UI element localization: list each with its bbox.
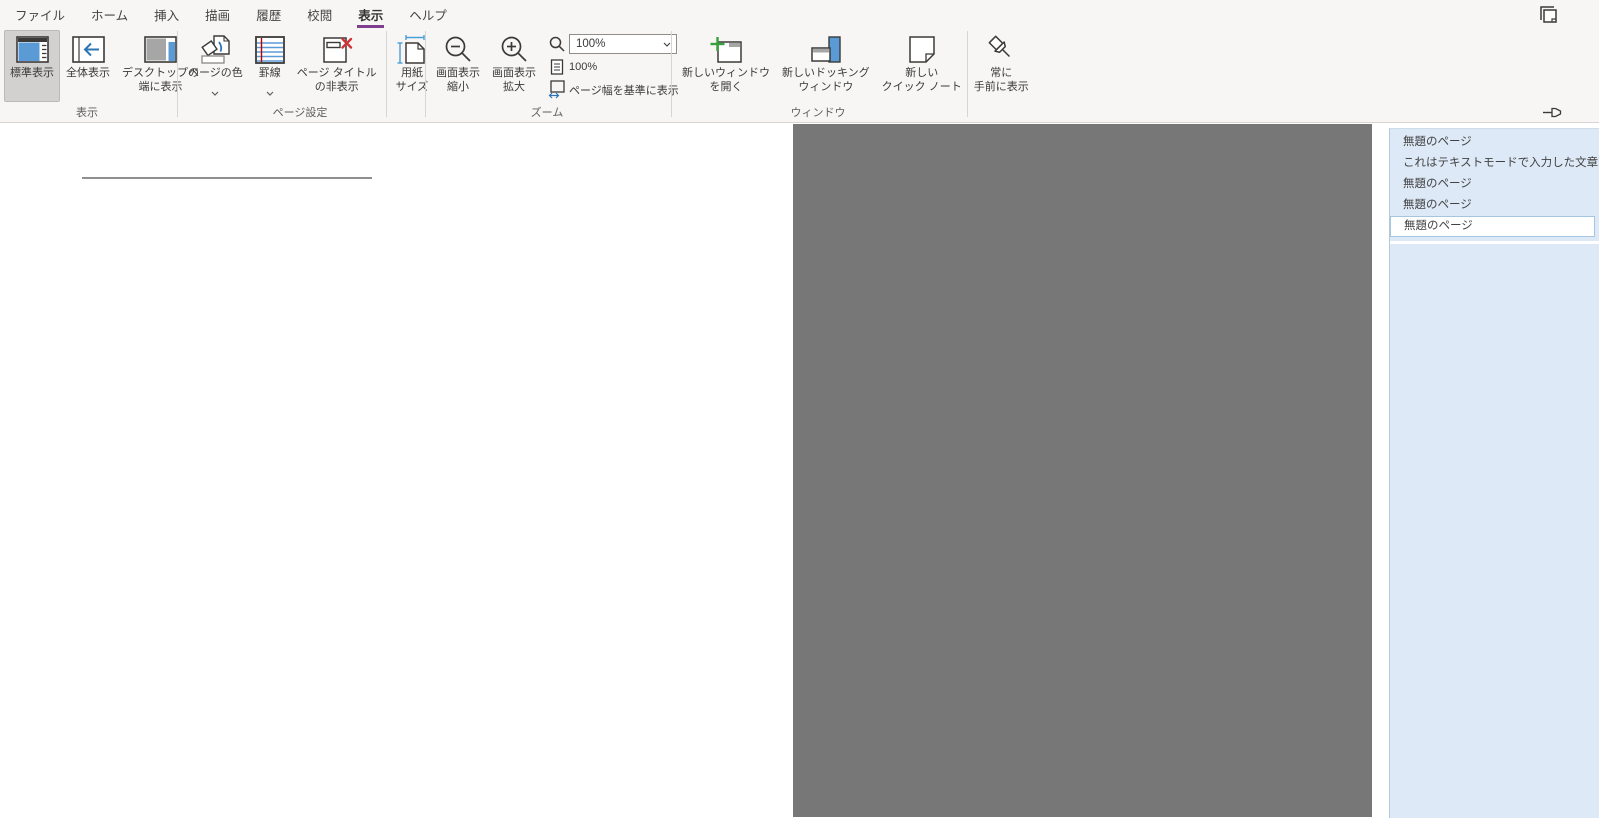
tab-help[interactable]: ヘルプ	[396, 0, 460, 28]
new-window-icon	[709, 34, 743, 65]
zoom-search-icon	[548, 36, 566, 52]
window-stack-icon[interactable]	[1537, 4, 1559, 26]
group-label-window: ウィンドウ	[672, 104, 964, 120]
hide-page-title-button[interactable]: ページ タイトル の非表示	[291, 30, 383, 102]
ribbon-tab-bar: ファイル ホーム 挿入 描画 履歴 校閲 表示 ヘルプ	[0, 0, 1599, 28]
paper-size-label-line1: 用紙	[401, 67, 423, 81]
new-window-button[interactable]: 新しいウィンドウ を開く	[676, 30, 776, 102]
zoom-100-button[interactable]: 100%	[548, 56, 679, 77]
new-docked-window-button[interactable]: 新しいドッキング ウィンドウ	[776, 30, 876, 102]
note-page-canvas[interactable]	[0, 124, 793, 821]
ribbon-group-window: 新しいウィンドウ を開く 新しいドッキング ウィンドウ	[672, 28, 968, 122]
page-color-button[interactable]: ページの色	[182, 30, 249, 102]
zoom-100-doc-icon	[548, 59, 566, 75]
canvas-background	[793, 124, 1372, 817]
zoom-level-combobox[interactable]: 100%	[569, 34, 677, 54]
normal-view-button[interactable]: 標準表示	[4, 30, 60, 102]
zoom-in-icon	[499, 34, 529, 65]
page-list-item[interactable]: これはテキストモードで入力した文章で	[1390, 153, 1599, 174]
rule-lines-button[interactable]: 罫線	[249, 30, 291, 102]
new-window-label-line2: を開く	[710, 81, 743, 95]
tab-review[interactable]: 校閲	[294, 0, 345, 28]
zoom-out-label-line2: 縮小	[447, 81, 469, 95]
page-list-item[interactable]: 無題のページ	[1390, 174, 1599, 195]
new-window-label-line1: 新しいウィンドウ	[682, 67, 770, 81]
dock-to-desktop-label-line2: 端に表示	[139, 81, 183, 95]
page-list-item-selected[interactable]: 無題のページ	[1390, 216, 1595, 237]
dock-pin-icon[interactable]	[1543, 104, 1563, 126]
zoom-in-label-line2: 拡大	[503, 81, 525, 95]
dock-to-desktop-icon	[144, 34, 177, 65]
zoom-100-label: 100%	[569, 61, 597, 73]
page-width-icon	[548, 80, 566, 99]
page-width-zoom-button[interactable]: ページ幅を基準に表示	[548, 79, 679, 100]
group-label-page-setup: ページ設定	[178, 104, 422, 120]
new-quick-note-icon	[907, 34, 937, 65]
normal-view-icon	[16, 34, 49, 65]
ribbon: 標準表示 全体表示	[0, 28, 1599, 123]
ribbon-group-page-setup: ページの色 罫線	[178, 28, 426, 122]
rule-lines-icon	[255, 34, 285, 65]
tab-home[interactable]: ホーム	[78, 0, 141, 28]
hide-page-title-label-line2: の非表示	[315, 81, 359, 95]
page-title-underline	[82, 177, 372, 179]
page-list-sidebar: 無題のページ これはテキストモードで入力した文章で 無題のページ 無題のページ …	[1389, 128, 1599, 818]
always-on-top-button[interactable]: 常に 手前に表示	[968, 30, 1035, 102]
group-label-zoom: ズーム	[426, 104, 668, 120]
zoom-in-button[interactable]: 画面表示 拡大	[486, 30, 542, 102]
new-quick-note-label-line1: 新しい	[905, 67, 938, 81]
hide-page-title-label-line1: ページ タイトル	[297, 67, 377, 81]
ribbon-group-zoom: 画面表示 縮小 画面表示 拡大	[426, 28, 672, 122]
rule-lines-label: 罫線	[259, 67, 281, 81]
zoom-out-label-line1: 画面表示	[436, 67, 480, 81]
new-docked-window-icon	[810, 34, 842, 65]
chevron-down-icon	[211, 83, 219, 101]
new-quick-note-button[interactable]: 新しい クイック ノート	[876, 30, 968, 102]
page-list-separator	[1390, 241, 1599, 244]
page-width-label: ページ幅を基準に表示	[569, 82, 679, 98]
hide-page-title-icon	[321, 34, 353, 65]
tab-history[interactable]: 履歴	[243, 0, 294, 28]
tab-file[interactable]: ファイル	[2, 0, 78, 28]
normal-view-label: 標準表示	[10, 67, 54, 81]
new-docked-window-label-line2: ウィンドウ	[798, 81, 853, 95]
chevron-down-icon	[266, 83, 274, 101]
tab-insert[interactable]: 挿入	[141, 0, 192, 28]
page-list-item[interactable]: 無題のページ	[1390, 132, 1599, 153]
new-docked-window-label-line1: 新しいドッキング	[782, 67, 870, 81]
page-list-item[interactable]: 無題のページ	[1390, 195, 1599, 216]
page-color-label: ページの色	[188, 67, 243, 81]
zoom-out-button[interactable]: 画面表示 縮小	[430, 30, 486, 102]
paper-size-icon	[396, 34, 428, 65]
full-page-view-button[interactable]: 全体表示	[60, 30, 116, 102]
ribbon-group-view: 標準表示 全体表示	[0, 28, 178, 122]
tab-draw[interactable]: 描画	[192, 0, 243, 28]
new-quick-note-label-line2: クイック ノート	[882, 81, 962, 95]
tab-view[interactable]: 表示	[345, 0, 396, 28]
full-page-view-label: 全体表示	[66, 67, 110, 81]
page-color-icon	[198, 34, 232, 65]
group-label-view: 表示	[0, 104, 174, 120]
zoom-out-icon	[443, 34, 473, 65]
full-page-view-icon	[72, 34, 105, 65]
paper-size-label-line2: サイズ	[396, 81, 429, 95]
zoom-in-label-line1: 画面表示	[492, 67, 536, 81]
always-on-top-label-line2: 手前に表示	[974, 81, 1029, 95]
always-on-top-pin-icon	[986, 34, 1016, 65]
always-on-top-label-line1: 常に	[990, 67, 1012, 81]
zoom-level-value: 100%	[576, 38, 605, 50]
combobox-chevron-icon[interactable]	[663, 38, 671, 50]
